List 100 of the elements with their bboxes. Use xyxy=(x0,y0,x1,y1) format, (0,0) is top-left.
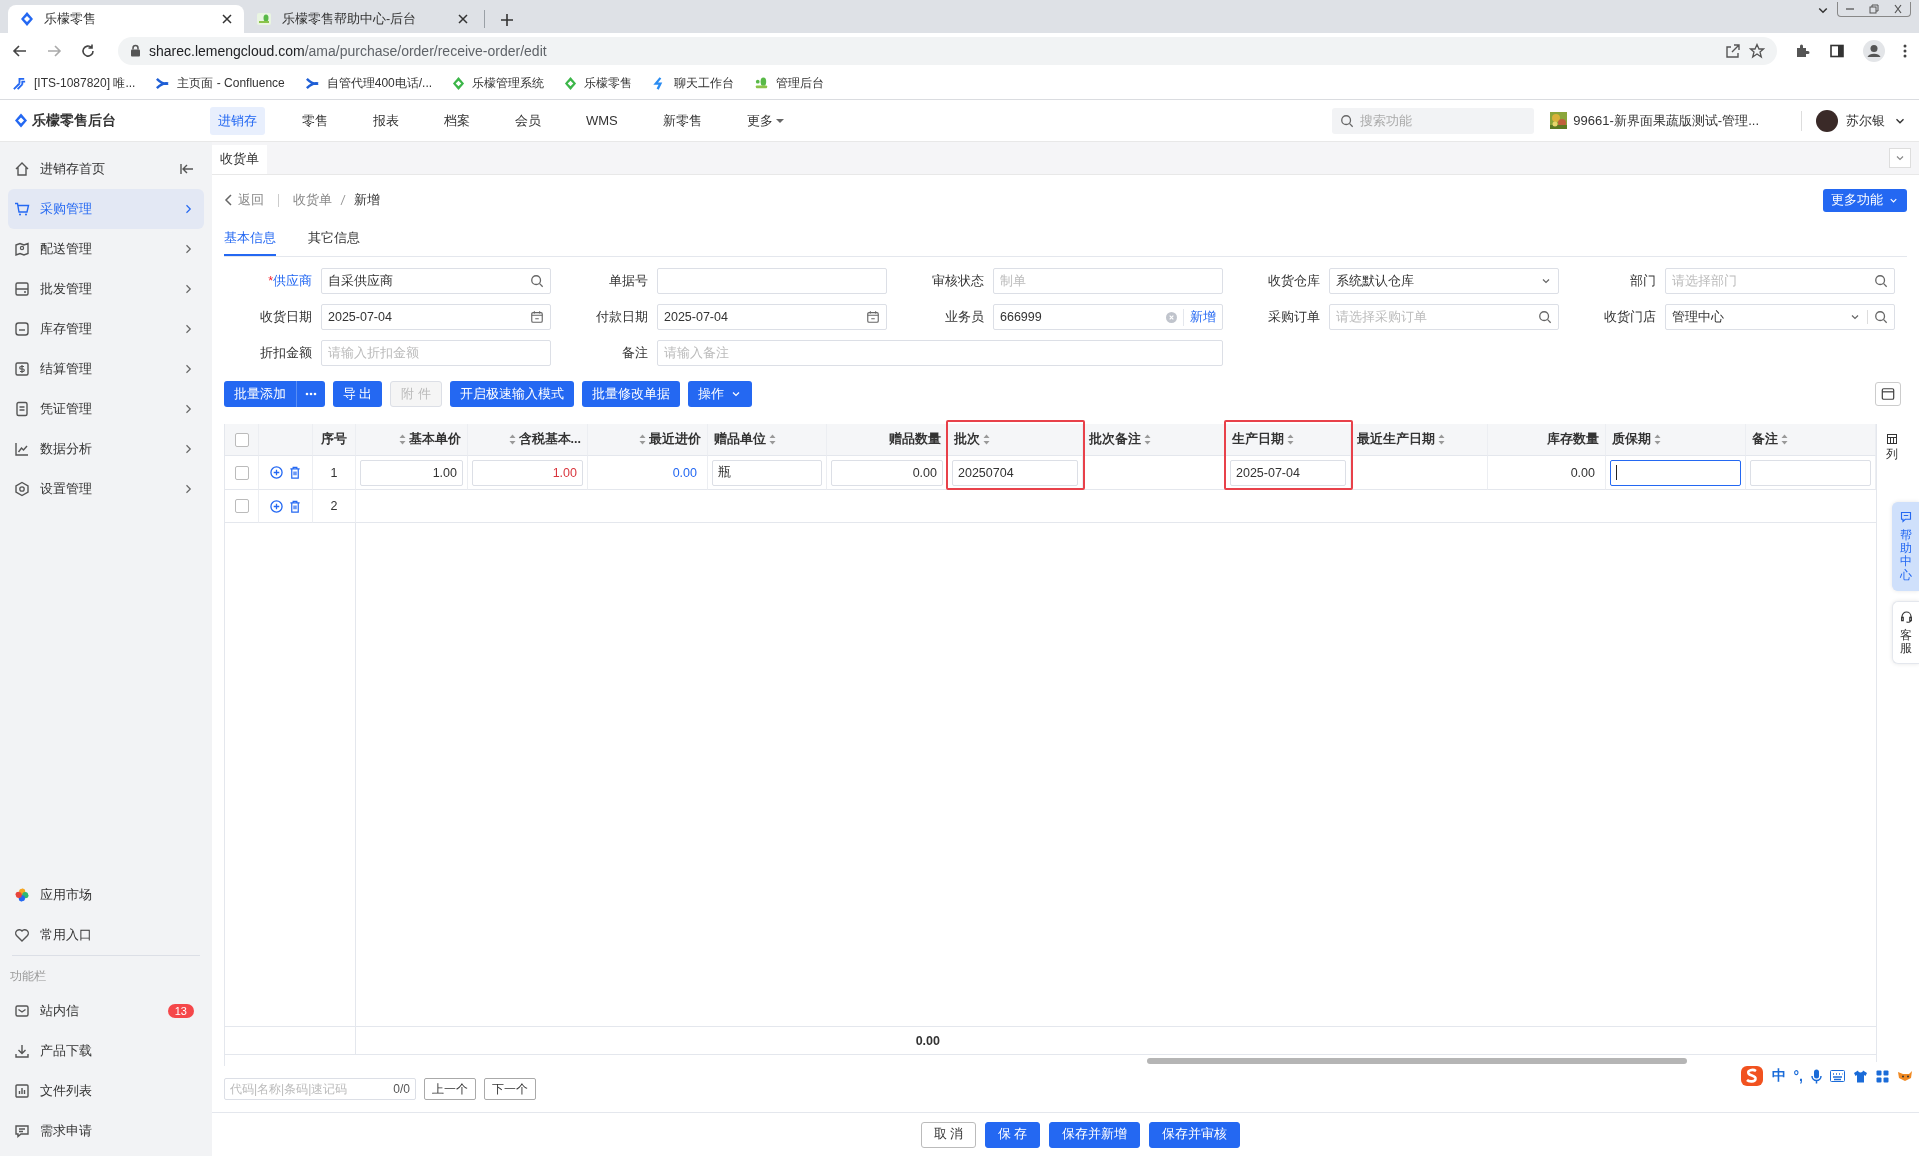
column-header[interactable]: 质保期 xyxy=(1606,424,1746,456)
add-link[interactable]: 新增 xyxy=(1183,308,1216,326)
column-header[interactable]: 最近进价 xyxy=(588,424,708,456)
ime-mode[interactable]: 中 xyxy=(1771,1067,1786,1085)
field-label: 单据号 xyxy=(608,272,648,290)
toolbar-button[interactable]: 批量修改单据 xyxy=(581,381,680,407)
form-tab[interactable]: 其它信息 xyxy=(308,229,360,256)
nav-tab[interactable]: 进销存 xyxy=(210,106,265,135)
field-label: 收货日期 xyxy=(259,308,312,326)
field-label: 业务员 xyxy=(944,308,984,326)
input-field[interactable]: 2025-07-04 xyxy=(321,304,551,330)
next-button[interactable]: 下一个 xyxy=(484,1078,536,1100)
sidebar-item[interactable]: 库存管理 xyxy=(8,309,204,349)
sidebar-item[interactable]: 采购管理 xyxy=(8,189,204,229)
side-tab[interactable]: 客服 xyxy=(1892,600,1919,665)
store-selector[interactable]: 99661-新界面果蔬版测试-管理... xyxy=(1550,111,1759,130)
field-label: 付款日期 xyxy=(595,308,648,326)
column-header[interactable]: 赠品单位 xyxy=(708,424,827,456)
cell-input[interactable]: 0.00 xyxy=(831,459,943,486)
toolbar-button[interactable]: 操作 xyxy=(687,381,752,407)
sidebar-item[interactable]: 应用市场 xyxy=(8,875,204,915)
cell-input[interactable]: 2025-07-04 xyxy=(1230,459,1346,486)
input-field[interactable]: 系统默认仓库 xyxy=(1329,268,1559,294)
field-label: 折扣金额 xyxy=(259,344,312,362)
sidebar-item[interactable]: 结算管理 xyxy=(8,349,204,389)
cell-input[interactable]: 1.00 xyxy=(472,459,583,486)
action-button[interactable]: 保存并审核 xyxy=(1149,1121,1241,1148)
more-functions-button[interactable]: 更多功能 xyxy=(1823,188,1907,212)
row-number-cell: 1 xyxy=(313,456,356,490)
cell-value: 瓶 xyxy=(718,464,731,481)
side-tab[interactable]: 帮助中心 xyxy=(1892,502,1919,591)
bookmark[interactable]: 管理后台 xyxy=(754,75,825,92)
cell-value: 2025-07-04 xyxy=(1236,465,1300,480)
total-value: 0.00 xyxy=(914,1033,941,1048)
action-button[interactable]: 保存并新增 xyxy=(1049,1121,1141,1148)
action-button[interactable]: 取 消 xyxy=(920,1121,976,1148)
field-label: 采购订单 xyxy=(1267,308,1320,326)
toolbar-button[interactable]: 开启极速输入模式 xyxy=(449,381,574,407)
cell-input[interactable]: 1.00 xyxy=(360,459,463,486)
nav-tab[interactable]: WMS xyxy=(578,106,626,135)
sidebar-item[interactable]: 凭证管理 xyxy=(8,389,204,429)
bookmark[interactable]: [ITS-1087820] 唯... xyxy=(12,75,136,92)
column-header[interactable]: 批次备注 xyxy=(1083,424,1226,456)
browser-tab[interactable]: 乐檬零售 xyxy=(8,5,244,33)
form-tab[interactable]: 基本信息 xyxy=(224,229,276,256)
input-field[interactable]: 666999 新增 xyxy=(993,304,1223,330)
cell-input[interactable]: 20250704 xyxy=(952,459,1078,486)
cell-value: 0.00 xyxy=(671,465,698,480)
toolbar-button[interactable]: 导 出 xyxy=(333,381,383,407)
cell-value: 20250704 xyxy=(958,465,1014,480)
sidebar-item[interactable]: 常用入口 xyxy=(8,915,204,955)
user-menu[interactable]: 苏尔银 xyxy=(1816,109,1907,132)
bookmark[interactable]: 乐檬管理系统 xyxy=(452,75,545,92)
action-button[interactable]: 保 存 xyxy=(985,1121,1041,1148)
app-logo-text: 乐檬零售后台 xyxy=(32,111,116,130)
column-header: 序号 xyxy=(313,424,356,456)
previous-button[interactable]: 上一个 xyxy=(424,1078,476,1100)
bookmark[interactable]: 主页面 - Confluence xyxy=(155,75,285,92)
column-header[interactable]: 基本单价 xyxy=(356,424,468,456)
breadcrumb-item: 新增 xyxy=(354,191,380,209)
sidebar-item[interactable]: 站内信 13 xyxy=(8,991,204,1031)
sidebar-item[interactable]: 设置管理 xyxy=(8,469,204,509)
toolbar-button[interactable]: 批量添加 xyxy=(224,381,296,407)
column-header[interactable]: 最近生产日期 xyxy=(1351,424,1488,456)
input-field[interactable]: 2025-07-04 xyxy=(657,304,887,330)
cell-input[interactable]: 瓶 xyxy=(712,459,822,486)
sidebar-item[interactable]: 进销存首页 xyxy=(8,149,204,189)
nav-tab[interactable]: 会员 xyxy=(507,106,549,135)
search-field[interactable]: 代码|名称|条码|速记码 0/0 xyxy=(224,1078,416,1100)
browser-tab[interactable]: 乐檬零售帮助中心-后台 xyxy=(244,5,480,33)
address-field[interactable]: sharec.lemengcloud.com/ama/purchase/order/receive-order/edit xyxy=(118,36,1777,65)
nav-tab[interactable]: 报表 xyxy=(365,106,407,135)
punctuation-mode[interactable]: °, xyxy=(1793,1068,1803,1084)
column-header[interactable]: 备注 xyxy=(1746,424,1876,456)
sidebar-item[interactable]: 批发管理 xyxy=(8,269,204,309)
count-badge: 13 xyxy=(167,1004,194,1018)
field-label: 收货门店 xyxy=(1603,308,1656,326)
column-header[interactable]: 批次 xyxy=(948,424,1083,456)
breadcrumb-item[interactable]: 收货单 xyxy=(293,191,332,209)
nav-tab[interactable]: 更多 xyxy=(738,106,792,135)
nav-tab[interactable]: 档案 xyxy=(436,106,478,135)
column-header[interactable]: 生产日期 xyxy=(1226,424,1351,456)
sidebar-item[interactable]: 配送管理 xyxy=(8,229,204,269)
nav-tab[interactable]: 零售 xyxy=(294,106,336,135)
page-tab[interactable]: 收货单 xyxy=(212,145,267,174)
row-number-cell: 2 xyxy=(313,490,356,523)
sidebar-item[interactable]: 产品下载 xyxy=(8,1031,204,1071)
bookmark[interactable]: 乐檬零售 xyxy=(564,75,633,92)
column-header[interactable]: 含税基本... xyxy=(468,424,588,456)
sidebar-item[interactable]: 需求申请 xyxy=(8,1111,204,1151)
sidebar-item[interactable]: 数据分析 xyxy=(8,429,204,469)
nav-tab[interactable]: 新零售 xyxy=(654,106,710,135)
bookmark[interactable]: 聊天工作台 xyxy=(652,75,735,92)
bookmark[interactable]: 自管代理400电话/... xyxy=(304,75,433,92)
section-title: 功能栏 xyxy=(9,968,47,985)
input-field[interactable]: 管理中心 xyxy=(1665,304,1895,330)
sidebar-item[interactable]: 文件列表 xyxy=(8,1071,204,1111)
back-link[interactable]: 返回 xyxy=(224,191,264,209)
cell-value: 1.00 xyxy=(552,465,577,480)
input-field[interactable]: 自采供应商 xyxy=(321,268,551,294)
